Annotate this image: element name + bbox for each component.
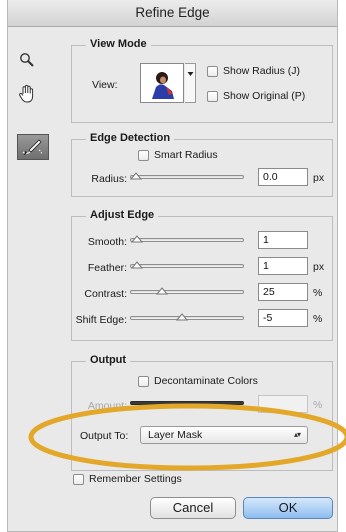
view-thumbnail-image xyxy=(142,65,182,101)
tool-column xyxy=(8,26,60,531)
smooth-slider-track[interactable] xyxy=(130,238,244,242)
output-to-select[interactable]: Layer Mask ▴▾ xyxy=(140,426,308,444)
show-original-checkbox[interactable] xyxy=(207,91,218,102)
adjust-edge-group: Adjust Edge Smooth: 1 Feather: 1 px Cont… xyxy=(71,209,333,341)
smooth-label: Smooth: xyxy=(87,236,127,248)
refine-radius-brush-icon[interactable] xyxy=(17,134,49,160)
contrast-value-field[interactable]: 25 xyxy=(258,283,308,301)
remember-settings-checkbox[interactable] xyxy=(73,474,84,485)
output-to-value: Layer Mask xyxy=(148,429,203,441)
decontaminate-colors-label: Decontaminate Colors xyxy=(154,375,258,387)
view-mode-legend: View Mode xyxy=(86,38,151,50)
radius-unit: px xyxy=(313,172,325,184)
amount-slider-track xyxy=(130,401,244,405)
refine-edge-dialog: Refine Edge View Mode View: Show Radius … xyxy=(7,0,338,532)
feather-slider-track[interactable] xyxy=(130,264,244,268)
select-arrows-icon: ▴▾ xyxy=(293,430,301,439)
show-radius-label: Show Radius (J) xyxy=(223,65,301,77)
output-group: Output Decontaminate Colors Amount: % Ou… xyxy=(71,354,333,471)
decontaminate-colors-checkbox[interactable] xyxy=(138,376,149,387)
view-label: View: xyxy=(92,79,118,91)
cancel-button[interactable]: Cancel xyxy=(150,497,236,519)
adjust-edge-legend: Adjust Edge xyxy=(86,209,159,221)
radius-label: Radius: xyxy=(91,173,127,185)
amount-value-field xyxy=(258,395,308,413)
chevron-down-icon xyxy=(187,72,194,76)
output-to-label: Output To: xyxy=(80,430,129,442)
smooth-value-field[interactable]: 1 xyxy=(258,231,308,249)
shift-edge-label: Shift Edge: xyxy=(75,314,127,326)
hand-icon[interactable] xyxy=(18,84,36,107)
contrast-label: Contrast: xyxy=(84,288,127,300)
amount-label: Amount: xyxy=(87,400,127,412)
output-legend: Output xyxy=(86,354,131,366)
feather-value-field[interactable]: 1 xyxy=(258,257,308,275)
zoom-icon[interactable] xyxy=(19,52,35,71)
dialog-title: Refine Edge xyxy=(8,0,337,27)
amount-unit: % xyxy=(313,399,323,411)
view-mode-group: View Mode View: Show Radius (J) Show Ori… xyxy=(71,38,333,123)
remember-settings-label: Remember Settings xyxy=(89,473,182,485)
smart-radius-label: Smart Radius xyxy=(154,149,218,161)
view-thumbnail-popup[interactable] xyxy=(140,63,184,103)
radius-slider-track[interactable] xyxy=(130,175,244,179)
smart-radius-checkbox[interactable] xyxy=(138,150,149,161)
feather-label: Feather: xyxy=(87,262,127,274)
edge-detection-group: Edge Detection Smart Radius Radius: 0.0 … xyxy=(71,132,333,197)
contrast-unit: % xyxy=(313,287,323,299)
contrast-slider-track[interactable] xyxy=(130,290,244,294)
shift-edge-value-field[interactable]: -5 xyxy=(258,309,308,327)
feather-unit: px xyxy=(313,261,325,273)
edge-detection-legend: Edge Detection xyxy=(86,132,175,144)
show-radius-checkbox[interactable] xyxy=(207,66,218,77)
view-dropdown-arrow[interactable] xyxy=(185,63,196,103)
show-original-label: Show Original (P) xyxy=(223,90,306,102)
radius-value-field[interactable]: 0.0 xyxy=(258,168,308,186)
ok-button[interactable]: OK xyxy=(243,497,333,519)
shift-edge-unit: % xyxy=(313,313,323,325)
